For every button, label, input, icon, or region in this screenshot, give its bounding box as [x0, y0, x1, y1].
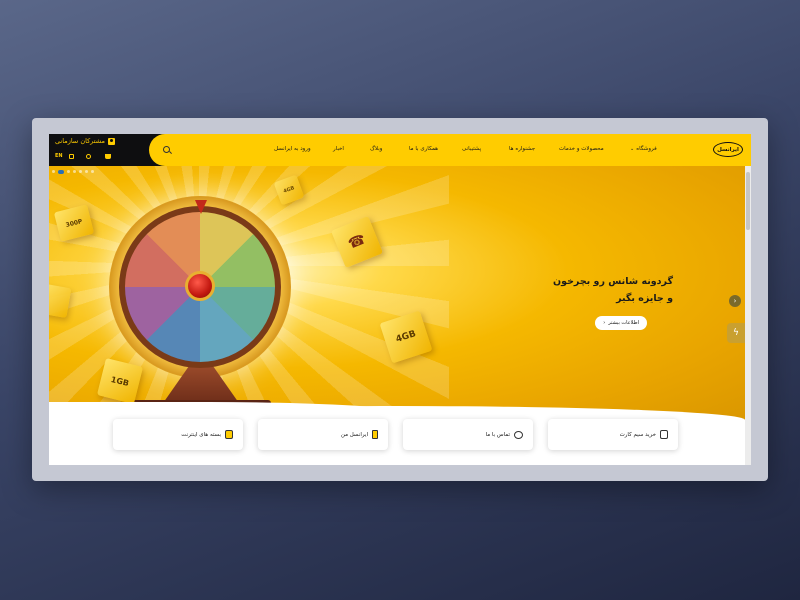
slider-dot[interactable] [73, 170, 76, 173]
cube-label: 1GB [110, 374, 130, 388]
chevron-right-icon: › [733, 297, 737, 305]
quick-card-label: بسته های اینترنت [181, 431, 221, 438]
slider-dot[interactable] [79, 170, 82, 173]
slider-dot[interactable] [67, 170, 70, 173]
page-scrollbar[interactable] [745, 166, 751, 465]
internet-package-icon [225, 430, 233, 439]
slider-dots [52, 170, 94, 174]
cube-label: 4GB [394, 329, 418, 345]
user-icon [108, 137, 115, 145]
cube-label: 300P [64, 217, 84, 229]
slider-dot-active[interactable] [58, 170, 64, 174]
nav-item-support[interactable]: پشتیبانی [462, 146, 481, 152]
globe-icon [68, 153, 74, 159]
wheel-hub [185, 271, 215, 301]
search-icon[interactable] [163, 146, 170, 153]
logo-text: ایرانسل [717, 146, 739, 153]
chat-icon [514, 430, 523, 439]
slider-dot[interactable] [85, 170, 88, 173]
quick-card-label: ایرانسل من [340, 431, 368, 438]
slider-dot[interactable] [91, 170, 94, 173]
nav-item-news[interactable]: اخبار [333, 146, 344, 152]
header-account-panel: مشترکان سازمانی EN [49, 134, 165, 166]
chevron-left-icon: ‹ [603, 320, 606, 326]
nav-item-careers[interactable]: همکاری با ما [409, 146, 438, 152]
slider-dot[interactable] [52, 170, 55, 173]
website-screen: مشترکان سازمانی EN ورود به ایرانسل اخبار… [49, 134, 751, 465]
cube-label: 4GB [282, 185, 296, 195]
browser-frame: مشترکان سازمانی EN ورود به ایرانسل اخبار… [32, 118, 768, 481]
phone-icon [372, 430, 378, 439]
lightning-icon: ϟ [733, 328, 739, 338]
wheel-pointer [195, 200, 207, 214]
quick-card-myirancell[interactable]: ایرانسل من [258, 419, 388, 450]
quick-card-sim[interactable]: خرید سیم کارت [548, 419, 678, 450]
irancell-logo[interactable]: ایرانسل [713, 142, 743, 157]
hero-text: گردونه شانس رو بچرخون و جایزه بگیر [553, 273, 673, 307]
org-login-link[interactable]: مشترکان سازمانی [55, 137, 115, 145]
more-info-label: اطلاعات بیشتر [608, 320, 639, 326]
language-switch[interactable]: EN [55, 153, 63, 159]
floating-action-tab[interactable]: ϟ [727, 323, 745, 343]
sim-card-icon [660, 430, 668, 439]
nav-item-login[interactable]: ورود به ایرانسل [274, 146, 311, 152]
account-icon[interactable] [85, 153, 91, 159]
quick-card-internet[interactable]: بسته های اینترنت [113, 419, 243, 450]
quick-card-label: تماس با ما [485, 431, 510, 438]
nav-item-festivals[interactable]: جشنواره ها [509, 146, 535, 152]
chevron-down-icon: ⌄ [630, 146, 635, 152]
scroll-thumb[interactable] [746, 172, 750, 230]
hero-banner: 4GB 1GB 4GB 300P ☎ گردونه شانس رو بچرخون… [49, 166, 745, 426]
quick-card-contact[interactable]: تماس با ما [403, 419, 533, 450]
more-info-button[interactable]: اطلاعات بیشتر ‹ [595, 316, 647, 330]
nav-item-shop[interactable]: ⌄ فروشگاه [630, 146, 657, 152]
cart-icon[interactable] [104, 153, 111, 159]
lang-row: EN [55, 153, 111, 159]
hero-title-line2: و جایزه بگیر [616, 293, 673, 304]
hero-title-line1: گردونه شانس رو بچرخون [553, 276, 673, 287]
site-header: مشترکان سازمانی EN ورود به ایرانسل اخبار… [49, 134, 751, 166]
quick-card-label: خرید سیم کارت [619, 431, 656, 438]
nav-item-blog[interactable]: وبلاگ [370, 146, 382, 152]
nav-shop-label: فروشگاه [636, 146, 657, 152]
slider-next-button[interactable]: › [729, 295, 741, 307]
nav-item-products[interactable]: محصولات و خدمات [559, 146, 604, 152]
org-login-label: مشترکان سازمانی [55, 137, 105, 145]
